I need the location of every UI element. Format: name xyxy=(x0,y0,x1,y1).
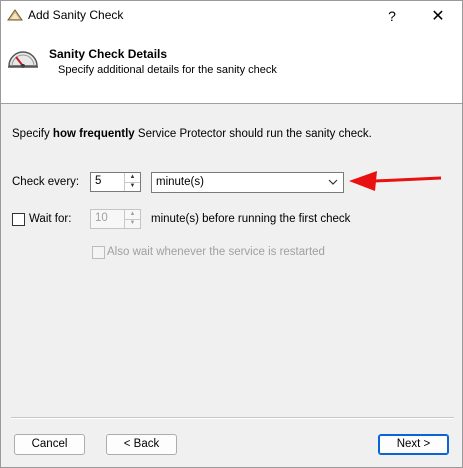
also-wait-checkbox[interactable] xyxy=(92,246,105,259)
frequency-description: Specify how frequently Service Protector… xyxy=(12,128,372,140)
description-suffix: Service Protector should run the sanity … xyxy=(134,128,372,140)
help-button[interactable]: ? xyxy=(369,1,415,30)
wait-for-stepper[interactable]: 10 ▲ ▼ xyxy=(90,209,141,229)
app-icon xyxy=(7,9,23,21)
footer-divider xyxy=(11,417,454,419)
stepper-down-button[interactable]: ▼ xyxy=(125,182,140,191)
chevron-down-icon xyxy=(328,179,338,185)
cancel-button[interactable]: Cancel xyxy=(14,434,85,455)
back-button[interactable]: < Back xyxy=(106,434,177,455)
stepper-arrows: ▲ ▼ xyxy=(124,210,140,228)
window-title: Add Sanity Check xyxy=(28,8,124,22)
wait-for-checkbox[interactable] xyxy=(12,213,25,226)
next-button[interactable]: Next > xyxy=(378,434,449,455)
wait-for-suffix: minute(s) before running the first check xyxy=(151,213,351,225)
interval-unit-value: minute(s) xyxy=(156,176,204,188)
check-every-label: Check every: xyxy=(12,176,80,188)
wait-for-value[interactable]: 10 xyxy=(95,212,108,224)
check-every-value[interactable]: 5 xyxy=(95,175,101,187)
title-bar: Add Sanity Check ? ✕ xyxy=(1,1,462,30)
description-prefix: Specify xyxy=(12,128,53,140)
red-arrow-annotation xyxy=(349,171,442,191)
interval-unit-select[interactable]: minute(s) xyxy=(151,172,344,193)
wizard-header: Sanity Check Details Specify additional … xyxy=(1,30,462,104)
also-wait-label[interactable]: Also wait whenever the service is restar… xyxy=(107,246,325,258)
wait-for-label[interactable]: Wait for: xyxy=(29,213,71,225)
stepper-down-button[interactable]: ▼ xyxy=(125,219,140,228)
check-every-stepper[interactable]: 5 ▲ ▼ xyxy=(90,172,141,192)
header-title: Sanity Check Details xyxy=(49,47,168,61)
close-button[interactable]: ✕ xyxy=(415,1,461,30)
description-emphasis: how frequently xyxy=(52,128,135,140)
header-subtitle: Specify additional details for the sanit… xyxy=(58,64,277,76)
stepper-arrows: ▲ ▼ xyxy=(124,173,140,191)
dialog-window: Add Sanity Check ? ✕ Sanity Check Detail… xyxy=(0,0,463,468)
gauge-icon xyxy=(8,51,38,68)
